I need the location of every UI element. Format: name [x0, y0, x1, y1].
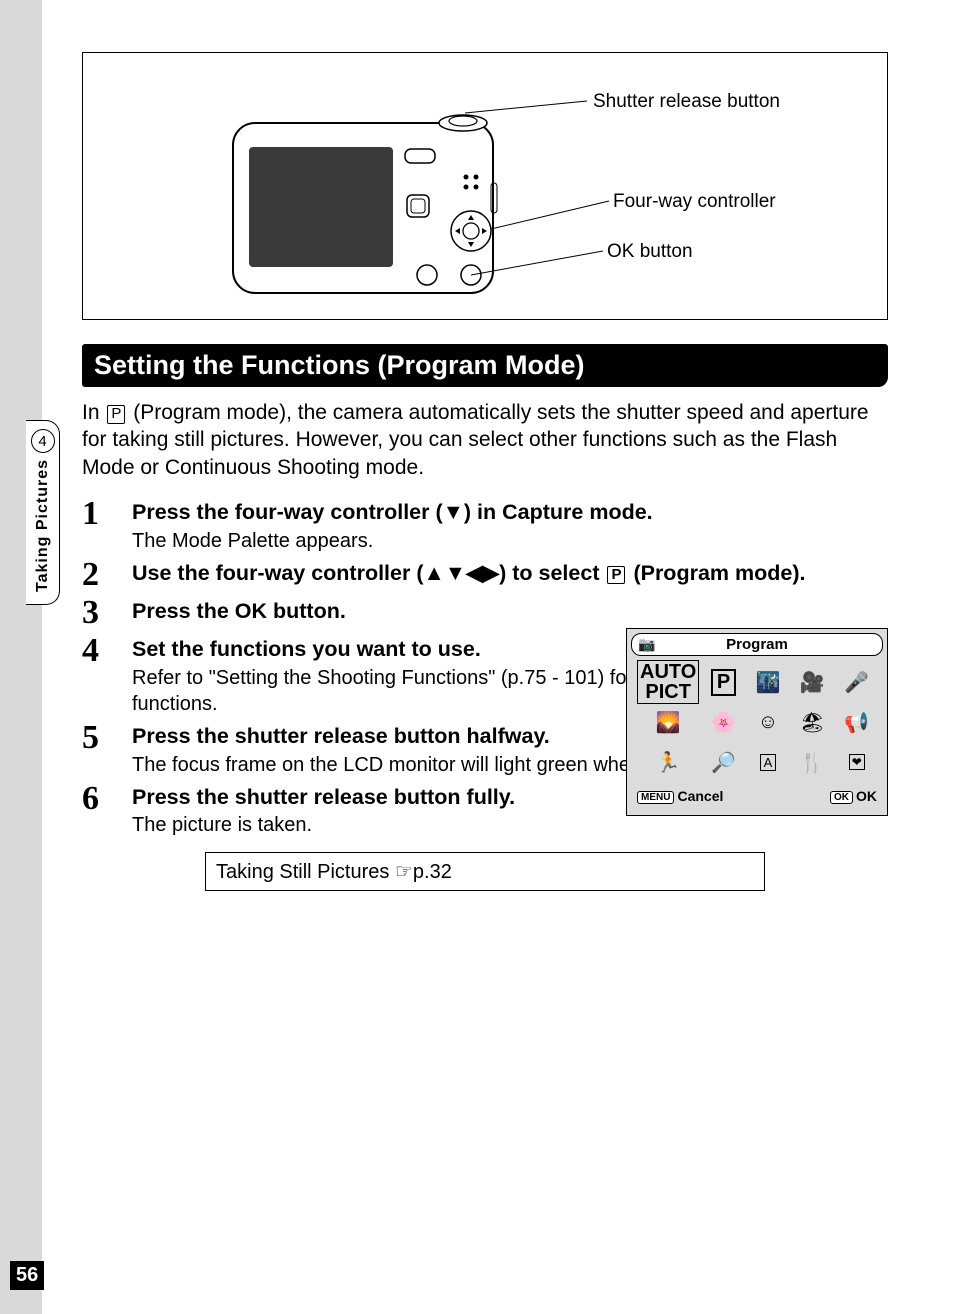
lcd-title-bar: 📷 Program: [631, 633, 883, 656]
step-title-after: (Program mode).: [627, 561, 805, 585]
voice-icon: 🎤: [844, 670, 869, 695]
intro-text-before: In: [82, 401, 105, 424]
step-number: 2: [82, 558, 132, 592]
step-number: 6: [82, 782, 132, 816]
step-1: 1 Press the four-way controller (▼) in C…: [82, 497, 888, 554]
step-text: The picture is taken.: [132, 812, 888, 838]
movie-icon: 🎥: [800, 670, 825, 695]
ok-label: OKOK: [830, 788, 877, 804]
chapter-label: Taking Pictures: [34, 459, 52, 592]
step-number: 4: [82, 634, 132, 668]
menu-button-icon: MENU: [637, 791, 674, 804]
program-mode-icon: P: [107, 405, 125, 424]
section-heading: Setting the Functions (Program Mode): [82, 344, 888, 387]
text-icon: A: [760, 754, 777, 771]
step-number: 1: [82, 497, 132, 531]
program-mode-icon-selected: P: [711, 669, 736, 696]
flower-icon: 🌸: [711, 710, 736, 735]
step-title: Press the four-way controller (▼) in Cap…: [132, 499, 888, 526]
step-title: Press the OK button.: [132, 598, 888, 625]
step-title: Use the four-way controller (▲▼◀▶) to se…: [132, 560, 888, 587]
auto-pict-icon: AUTOPICT: [637, 660, 699, 704]
ok-button-icon: OK: [830, 791, 853, 804]
food-icon: 🍴: [800, 750, 825, 775]
intro-paragraph: In P (Program mode), the camera automati…: [82, 399, 888, 481]
digital-sr-icon: 🔎: [711, 750, 736, 775]
surf-snow-icon: 🏖: [800, 710, 825, 735]
callout-fourway: Four-way controller: [613, 191, 776, 213]
intro-text-after: (Program mode), the camera automatically…: [82, 401, 869, 479]
callout-ok: OK button: [607, 241, 693, 263]
camera-icon: 📷: [638, 636, 655, 653]
sport-icon: 🏃: [656, 750, 681, 775]
sound-icon: 📢: [844, 710, 869, 735]
page-number: 56: [10, 1261, 44, 1290]
lcd-title: Program: [726, 636, 788, 653]
lcd-footer: MENUCancel OKOK: [627, 784, 887, 810]
left-gutter: 56: [0, 0, 42, 1314]
camera-diagram: Shutter release button Four-way controll…: [82, 52, 888, 320]
callout-shutter: Shutter release button: [593, 91, 780, 113]
step-text: The Mode Palette appears.: [132, 528, 888, 554]
cancel-label: MENUCancel: [637, 788, 723, 804]
frame-icon: ❤: [849, 754, 865, 770]
program-mode-icon: P: [607, 566, 625, 585]
night-scene-icon: 🌃: [755, 670, 780, 695]
step-2: 2 Use the four-way controller (▲▼◀▶) to …: [82, 558, 888, 592]
step-title-before: Use the four-way controller (▲▼◀▶) to se…: [132, 561, 605, 585]
mode-palette-grid: AUTOPICT P 🌃 🎥 🎤 🌄 🌸 ☺ 🏖 📢 🏃 🔎 A 🍴 ❤: [627, 660, 887, 784]
step-number: 5: [82, 721, 132, 755]
portrait-icon: ☺: [758, 711, 778, 734]
chapter-tab: 4 Taking Pictures: [26, 420, 60, 605]
cross-reference-box: Taking Still Pictures ☞p.32: [205, 852, 765, 891]
step-number: 3: [82, 596, 132, 630]
chapter-number: 4: [31, 429, 55, 453]
step-3: 3 Press the OK button.: [82, 596, 888, 630]
landscape-icon: 🌄: [656, 710, 681, 735]
lcd-mode-palette: 📷 Program AUTOPICT P 🌃 🎥 🎤 🌄 🌸 ☺ 🏖 📢 🏃 🔎…: [626, 628, 888, 816]
